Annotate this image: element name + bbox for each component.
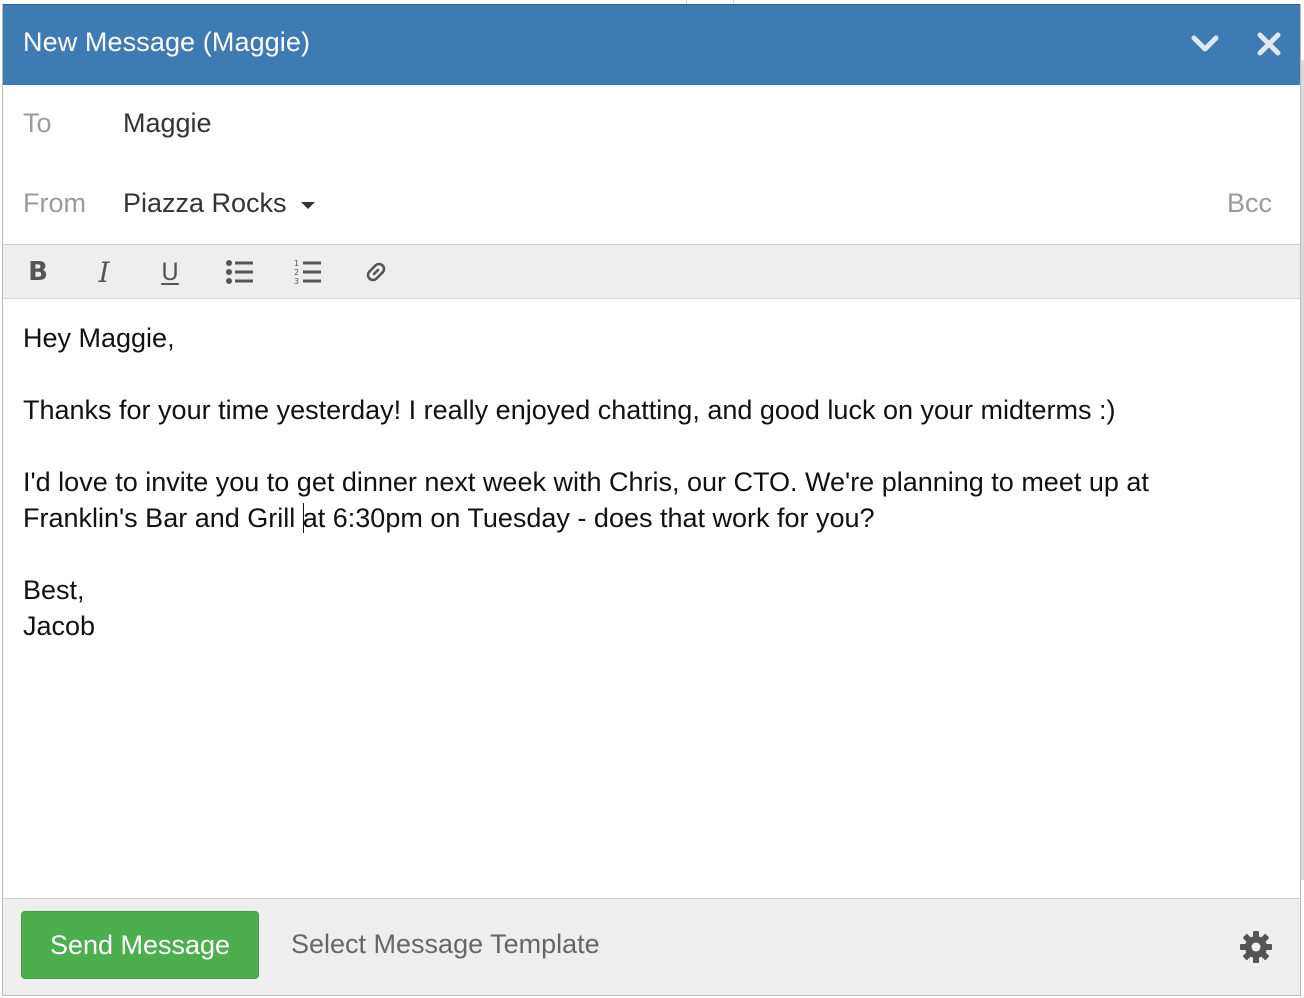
svg-text:1: 1 (294, 259, 299, 268)
send-message-button[interactable]: Send Message (21, 911, 259, 979)
minimize-button[interactable] (1188, 27, 1222, 61)
signoff-line: Best, (23, 575, 85, 605)
underline-button[interactable]: U (153, 255, 187, 289)
bulleted-list-icon (226, 260, 253, 284)
compose-window: New Message (Maggie) To Maggie From Piaz… (2, 4, 1301, 996)
bulleted-list-button[interactable] (223, 255, 257, 289)
underline-icon: U (161, 258, 179, 286)
select-template-dropdown[interactable]: Select Message Template (291, 929, 600, 960)
bcc-link[interactable]: Bcc (1227, 188, 1272, 219)
to-row: To Maggie (3, 84, 1300, 164)
compose-title: New Message (Maggie) (23, 27, 311, 57)
svg-text:2: 2 (294, 268, 299, 277)
settings-button[interactable] (1238, 929, 1274, 965)
close-button[interactable] (1252, 27, 1286, 61)
from-label: From (23, 188, 86, 218)
message-line: Thanks for your time yesterday! I really… (23, 395, 1116, 425)
numbered-list-button[interactable]: 1 2 3 (291, 255, 325, 289)
compose-title-bar: New Message (Maggie) (3, 4, 1300, 85)
numbered-list-icon: 1 2 3 (294, 259, 321, 286)
link-button[interactable] (359, 255, 393, 289)
from-dropdown[interactable]: Piazza Rocks (123, 188, 315, 219)
from-value: Piazza Rocks (123, 188, 287, 218)
svg-text:3: 3 (294, 277, 299, 286)
bold-icon: B (28, 257, 48, 287)
caret-down-icon (300, 201, 315, 209)
message-text: at 6:30pm on Tuesday - does that work fo… (302, 503, 875, 533)
message-body[interactable]: Hey Maggie, Thanks for your time yesterd… (23, 320, 1280, 880)
from-row: From Piazza Rocks Bcc (3, 164, 1300, 244)
compose-footer: Send Message Select Message Template (3, 898, 1300, 995)
to-field[interactable]: Maggie (123, 108, 212, 139)
link-icon (366, 262, 386, 282)
message-line: Franklin's Bar and Grill at 6:30pm on Tu… (23, 500, 1280, 536)
italic-button[interactable]: I (87, 255, 121, 289)
signature-line: Jacob (23, 611, 96, 641)
close-icon (1257, 32, 1281, 56)
italic-icon: I (98, 255, 110, 289)
message-line: I'd love to invite you to get dinner nex… (23, 467, 1149, 497)
message-text: Franklin's Bar and Grill (23, 503, 303, 533)
to-label: To (23, 108, 52, 138)
chevron-down-icon (1191, 35, 1219, 52)
formatting-toolbar: B I U 1 2 3 (3, 244, 1300, 299)
bold-button[interactable]: B (21, 255, 55, 289)
gear-icon (1240, 931, 1272, 963)
greeting-line: Hey Maggie, (23, 323, 175, 353)
